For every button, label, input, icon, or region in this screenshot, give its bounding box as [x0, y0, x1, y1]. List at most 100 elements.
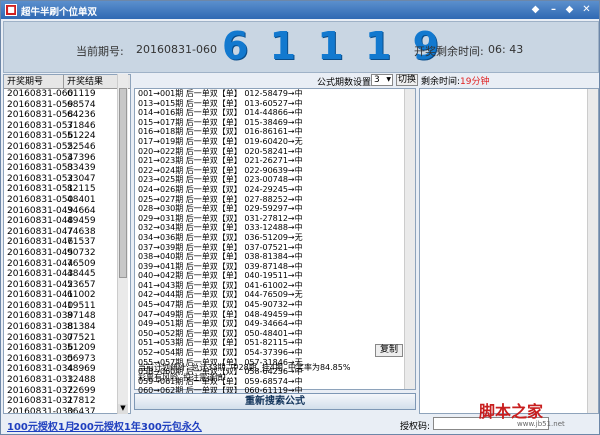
formula-output[interactable]: 001→001期 后一单双【单】 012-58479→中 013→015期 后一单… [134, 88, 416, 405]
table-row[interactable]: 20160831-036 51209 [4, 343, 130, 354]
formula-line: 025→027期 后一单双【单】 027-88252→中 [138, 194, 303, 204]
period-cell: 20160831-030 [7, 406, 74, 414]
table-row[interactable]: 20160831-051 82115 [4, 184, 130, 195]
period-cell: 20160831-044 [7, 258, 74, 269]
result-cell: 74638 [67, 226, 96, 237]
table-row[interactable]: 20160831-049 34664 [4, 206, 130, 217]
right-panel[interactable] [419, 88, 599, 414]
table-row[interactable]: 20160831-039 87148 [4, 311, 130, 322]
license-link-1-month[interactable]: 100元授权1月 [7, 418, 75, 433]
result-cell: 51209 [67, 343, 96, 354]
result-cell: 37396 [67, 152, 96, 163]
result-cell: 72699 [67, 385, 96, 396]
table-row[interactable]: 20160831-035 06973 [4, 354, 130, 365]
title-bar[interactable]: ■ 超牛半刷个位单双 ◆ – ◆ ✕ [1, 1, 599, 19]
table-row[interactable]: 20160831-060 61119 [4, 89, 130, 100]
watermark-logo: 脚本之家 [479, 402, 544, 421]
table-row[interactable]: 20160831-041 61002 [4, 290, 130, 301]
minimize-button[interactable]: – [547, 3, 560, 16]
license-link-1-year[interactable]: 200元授权1年 [73, 418, 141, 433]
formula-line: 029→031期 后一单双【双】 031-27812→中 [138, 213, 303, 223]
period-cell: 20160831-049 [7, 205, 74, 216]
right-scrollbar[interactable] [587, 89, 598, 413]
formula-line: 028→030期 后一单双【单】 029-59297→中 [138, 204, 303, 214]
period-cell: 20160831-047 [7, 226, 74, 237]
table-row[interactable]: 20160831-053 83439 [4, 163, 130, 174]
formula-line: 014→016期 后一单双【双】 014-44866→中 [138, 108, 303, 118]
draw-header: 当前期号: 20160831-060 6 1 1 1 9 开奖剩余时间: 06:… [3, 21, 599, 73]
period-cell: 20160831-057 [7, 120, 74, 131]
formula-line: 034→036期 后一单双【双】 036-51209→无 [138, 232, 303, 242]
copy-button[interactable]: 复制 [375, 344, 403, 357]
license-link-forever[interactable]: 300元包永久 [141, 418, 202, 433]
app-window: ■ 超牛半刷个位单双 ◆ – ◆ ✕ 当前期号: 20160831-060 6 … [0, 0, 600, 435]
result-cell: 61002 [67, 290, 96, 301]
table-row[interactable]: 20160831-038 81384 [4, 322, 130, 333]
close-button[interactable]: ✕ [580, 3, 593, 16]
period-cell: 20160831-053 [7, 163, 74, 174]
formula-line: 023→025期 后一单双【单】 023-00748→中 [138, 175, 303, 185]
table-row[interactable]: 20160831-059 68574 [4, 100, 130, 111]
table-row[interactable]: 20160831-043 48445 [4, 269, 130, 280]
result-cell: 82115 [67, 184, 96, 195]
table-row[interactable]: 20160831-056 51224 [4, 131, 130, 142]
auth-code-label: 授权码: [400, 422, 431, 432]
table-row[interactable]: 20160831-048 49459 [4, 216, 130, 227]
period-cell: 20160831-055 [7, 141, 74, 152]
period-cell: 20160831-035 [7, 353, 74, 364]
table-row[interactable]: 20160831-052 33047 [4, 174, 130, 185]
table-row[interactable]: 20160831-050 48401 [4, 195, 130, 206]
period-cell: 20160831-041 [7, 290, 74, 301]
history-scrollbar[interactable]: ▼ [117, 74, 128, 414]
period-cell: 20160831-031 [7, 396, 74, 407]
table-row[interactable]: 20160831-045 90732 [4, 248, 130, 259]
result-cell: 06973 [67, 353, 96, 364]
period-label: 当前期号: [76, 45, 124, 58]
re-search-formula-button[interactable]: 重新搜索公式 [134, 393, 416, 410]
table-row[interactable]: 20160831-040 19511 [4, 301, 130, 312]
result-cell: 49459 [67, 216, 96, 227]
table-row[interactable]: 20160831-032 72699 [4, 386, 130, 397]
period-cell: 20160831-050 [7, 194, 74, 205]
table-row[interactable]: 20160831-042 53657 [4, 280, 130, 291]
formula-line: 038→040期 后一单双【单】 038-81384→中 [138, 252, 303, 262]
period-cell: 20160831-056 [7, 131, 74, 142]
table-row[interactable]: 20160831-034 48969 [4, 364, 130, 375]
scrollbar-thumb[interactable] [119, 88, 127, 278]
table-row[interactable]: 20160831-054 37396 [4, 153, 130, 164]
formula-scrollbar[interactable] [404, 89, 415, 389]
table-row[interactable]: 20160831-030 36437 [4, 406, 130, 414]
formula-line: 024→026期 后一单双【双】 024-29245→中 [138, 184, 303, 194]
table-row[interactable]: 20160831-044 76509 [4, 259, 130, 270]
result-cell: 64236 [67, 110, 96, 121]
formula-lines: 001→001期 后一单双【单】 012-58479→中 013→015期 后一单… [138, 89, 303, 406]
switch-button[interactable]: 切换 [396, 74, 418, 86]
period-cell: 20160831-039 [7, 311, 74, 322]
period-cell: 20160831-033 [7, 375, 74, 386]
column-header-result[interactable]: 开奖结果 [64, 75, 118, 88]
scroll-down-arrow-icon[interactable]: ▼ [118, 404, 128, 414]
result-cell: 12488 [67, 375, 96, 386]
result-cell: 81384 [67, 322, 96, 333]
stats-summary: 当前计划统计: 总计33期, 中28期, 挂4期, 中奖率为84.85% [138, 363, 351, 372]
period-cell: 20160831-052 [7, 173, 74, 184]
skin-icon[interactable]: ◆ [529, 3, 542, 16]
table-row[interactable]: 20160831-031 27812 [4, 396, 130, 407]
chevron-down-icon: ▼ [386, 76, 391, 83]
column-header-period[interactable]: 开奖期号 [4, 75, 64, 88]
formula-line: 022→024期 后一单双【单】 022-90639→中 [138, 165, 303, 175]
table-row[interactable]: 20160831-055 22546 [4, 142, 130, 153]
result-cell: 68574 [67, 99, 96, 110]
table-row[interactable]: 20160831-047 74638 [4, 227, 130, 238]
history-table[interactable]: 开奖期号 开奖结果 20160831-060 61119 20160831-059 6… [3, 74, 131, 414]
formula-line: 049→051期 后一单双【双】 049-34664→中 [138, 319, 303, 329]
table-row[interactable]: 20160831-037 07521 [4, 333, 130, 344]
table-row[interactable]: 20160831-057 31846 [4, 121, 130, 132]
table-row[interactable]: 20160831-046 71537 [4, 237, 130, 248]
settings-icon[interactable]: ◆ [563, 3, 576, 16]
table-row[interactable]: 20160831-058 64236 [4, 110, 130, 121]
table-row[interactable]: 20160831-033 12488 [4, 375, 130, 386]
result-cell: 87148 [67, 311, 96, 322]
formula-period-select[interactable]: 3 ▼ [371, 74, 393, 86]
countdown-value: 06: 43 [488, 43, 524, 56]
